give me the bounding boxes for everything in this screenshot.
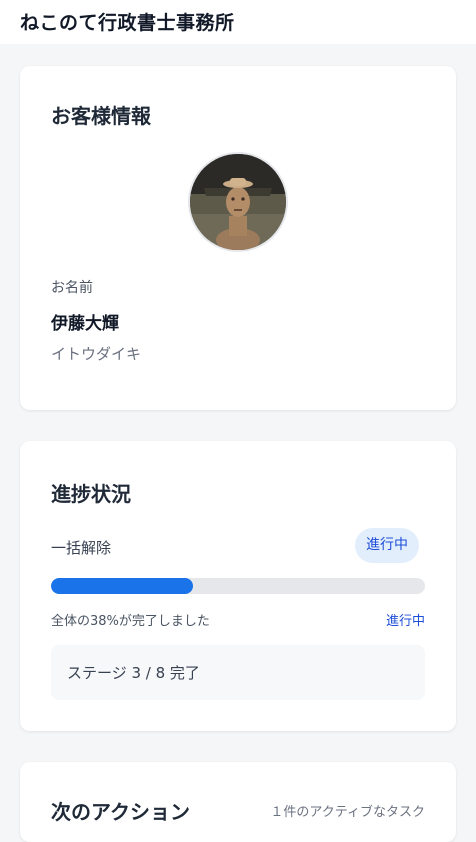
name-label: お名前: [51, 280, 93, 296]
customer-info-title: お客様情報: [51, 104, 151, 128]
status-badge: 進行中: [355, 528, 419, 563]
office-name: ねこのて行政書士事務所: [20, 12, 235, 34]
next-actions-title: 次のアクション: [51, 800, 190, 824]
stage-box: ステージ 3 / 8 完了: [51, 645, 425, 700]
progress-card: 進捗状況 一括解除 進行中 全体の38%が完了しました 進行中 ステージ 3 /…: [20, 441, 456, 731]
progress-bar: [51, 578, 425, 594]
next-actions-card: 次のアクション １件のアクティブなタスク: [20, 762, 456, 842]
stage-text: ステージ 3 / 8 完了: [67, 664, 200, 682]
app-header: ねこのて行政書士事務所: [0, 0, 476, 44]
progress-bar-fill: [51, 578, 194, 594]
customer-name: 伊藤大輝: [51, 314, 119, 334]
avatar: [188, 152, 288, 252]
customer-name-kana: イトウダイキ: [51, 345, 142, 363]
progress-title: 進捗状況: [51, 482, 131, 506]
person-photo-icon: [190, 154, 286, 250]
customer-info-card: お客様情報 お名前 伊藤大輝 イトウダイキ: [20, 66, 456, 410]
progress-status-text: 進行中: [385, 614, 425, 629]
completion-text: 全体の38%が完了しました: [51, 614, 210, 629]
active-task-count: １件のアクティブなタスク: [270, 805, 425, 820]
procedure-name: 一括解除: [51, 539, 112, 557]
